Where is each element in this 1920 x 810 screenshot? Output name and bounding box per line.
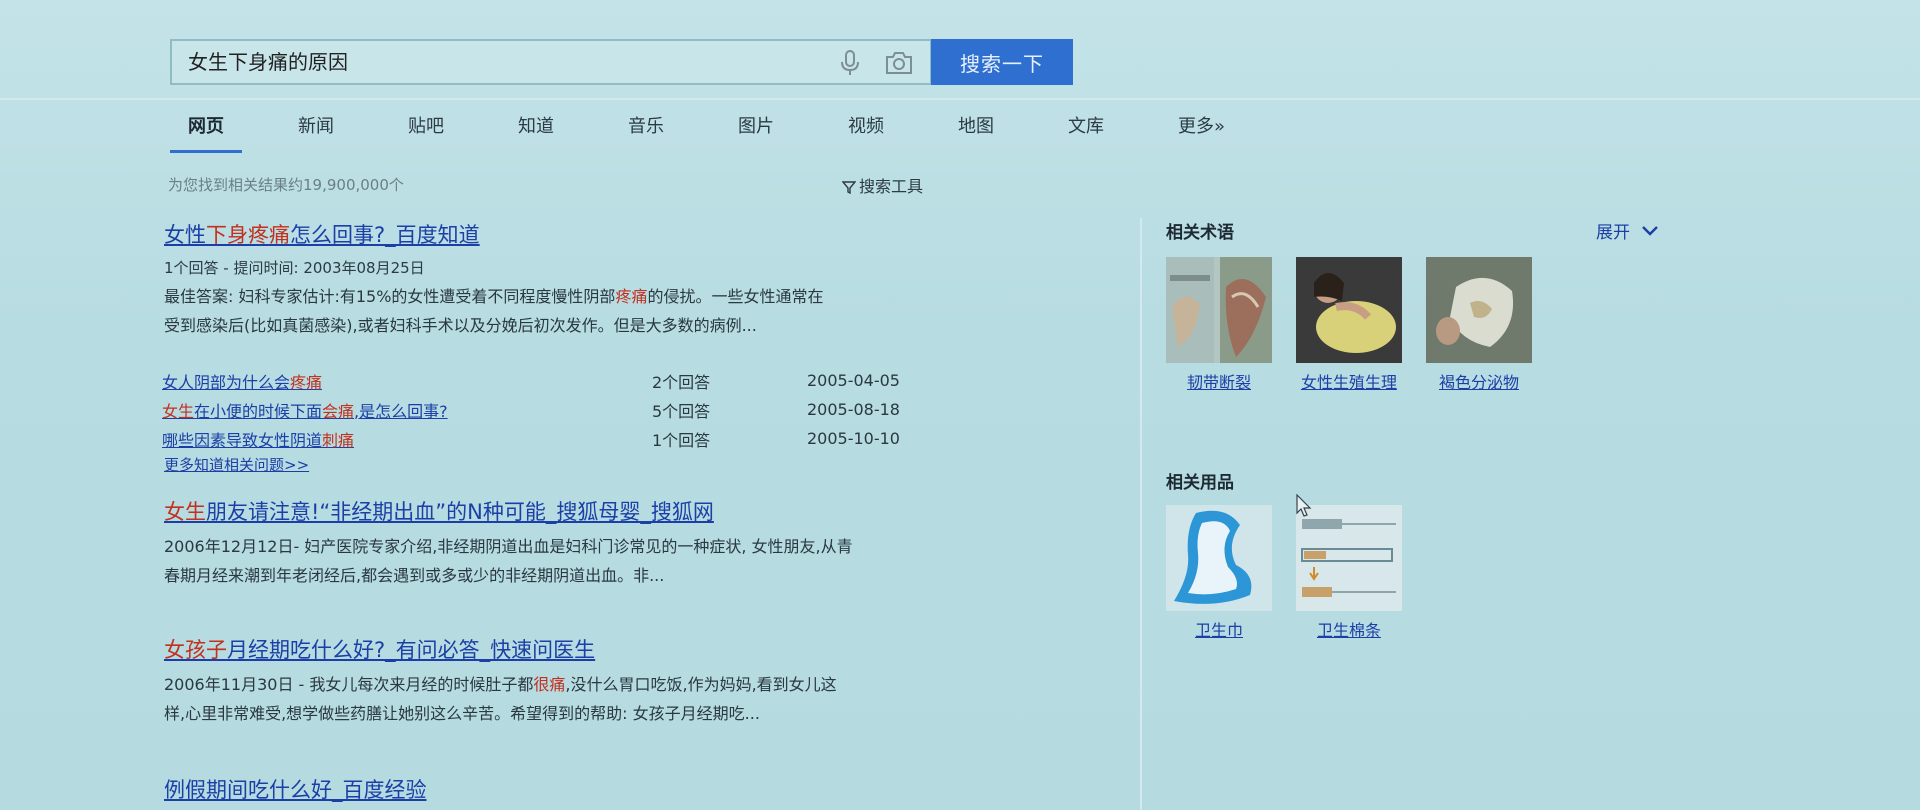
related-question-row: 女人阴部为什么会疼痛 2个回答 2005-04-05 [162, 366, 922, 395]
result-count: 为您找到相关结果约19,900,000个 [168, 176, 404, 194]
snippet-highlight: 疼痛 [615, 287, 648, 306]
snippet-text: 最佳答案: 妇科专家估计:有15%的女性遭受着不同程度慢性阴部 [164, 287, 616, 306]
result-item: 例假期间吃什么好_百度经验 [164, 774, 427, 804]
related-questions-list: 女人阴部为什么会疼痛 2个回答 2005-04-05 女生在小便的时候下面会痛,… [162, 366, 922, 453]
result-title-link[interactable]: 女孩子月经期吃什么好?_有问必答_快速问医生 [164, 634, 924, 664]
product-label[interactable]: 卫生巾 [1164, 618, 1274, 644]
question-highlight: 女生 [162, 401, 195, 421]
result-title-part: 女性 [164, 223, 206, 247]
question-date: 2005-04-05 [807, 371, 900, 390]
question-highlight: 疼痛 [290, 372, 323, 392]
related-question-link[interactable]: 女人阴部为什么会疼痛 [162, 369, 652, 393]
microphone-icon[interactable] [837, 49, 863, 77]
related-terms-title: 相关术语 [1166, 223, 1234, 243]
result-title-highlight: 女生 [164, 500, 206, 524]
result-title-link[interactable]: 女性下身疼痛怎么回事?_百度知道 [164, 219, 924, 249]
tab-tieba[interactable]: 贴吧 [390, 112, 462, 150]
header-divider [0, 98, 1920, 100]
mouse-cursor-icon [1296, 494, 1312, 517]
question-text: ,是怎么回事? [354, 401, 448, 421]
related-question-link[interactable]: 哪些因素导致女性阴道刺痛 [162, 427, 652, 451]
related-products-title: 相关用品 [1166, 473, 1234, 493]
result-title-part: 朋友请注意!“非经期出血”的N种可能_搜狐母婴_搜狐网 [206, 500, 714, 524]
woman-photo-icon [1296, 257, 1402, 363]
result-title-highlight: 下身疼痛 [206, 223, 290, 247]
question-text: 女人阴部为什么会 [162, 372, 291, 392]
snippet-text: 2006年11月30日 - 我女儿每次来月经的时候肚子都 [164, 675, 534, 694]
related-question-link[interactable]: 女生在小便的时候下面会痛,是怎么回事? [162, 398, 652, 422]
question-date: 2005-08-18 [807, 400, 900, 419]
search-button[interactable]: 搜索一下 [931, 39, 1073, 85]
tab-map[interactable]: 地图 [940, 112, 1012, 150]
camera-icon[interactable] [884, 50, 914, 76]
tab-zhidao[interactable]: 知道 [500, 112, 572, 150]
snippet-text: 春期月经来潮到年老闭经后,都会遇到或多或少的非经期阴道出血。非... [164, 566, 665, 585]
term-label[interactable]: 女性生殖生理 [1294, 370, 1404, 396]
browser-screen: 搜索一下 网页 新闻 贴吧 知道 音乐 图片 视频 地图 文库 更多» 为您找到… [0, 0, 1920, 810]
sidebar-divider [1140, 218, 1142, 810]
snippet-text: 样,心里非常难受,想学做些药膳让她别这么辛苦。希望得到的帮助: 女孩子月经期吃.… [164, 704, 760, 723]
result-snippet: 2006年12月12日- 妇产医院专家介绍,非经期阴道出血是妇科门诊常见的一种症… [164, 532, 924, 590]
search-tools-button[interactable]: 搜索工具 [842, 173, 923, 197]
tampon-diagram-icon [1296, 505, 1402, 611]
question-text: 哪些因素导致女性阴道 [162, 430, 323, 450]
tab-images[interactable]: 图片 [720, 112, 792, 150]
question-date: 2005-10-10 [807, 429, 900, 448]
tampon-thumbnail[interactable] [1296, 505, 1402, 611]
chevron-down-icon [1642, 226, 1659, 236]
sanitary-pad-icon [1166, 505, 1272, 611]
snippet-highlight: 很痛 [533, 675, 566, 694]
product-label[interactable]: 卫生棉条 [1294, 618, 1404, 644]
answer-count: 1个回答 [652, 430, 711, 450]
related-question-row: 女生在小便的时候下面会痛,是怎么回事? 5个回答 2005-08-18 [162, 395, 922, 424]
result-title-link[interactable]: 例假期间吃什么好_百度经验 [164, 774, 427, 804]
more-questions-link[interactable]: 更多知道相关问题>> [164, 454, 309, 475]
answer-count: 2个回答 [652, 372, 711, 392]
sanitary-pad-thumbnail[interactable] [1166, 505, 1272, 611]
filter-icon [842, 181, 856, 194]
result-meta: 1个回答 - 提问时间: 2003年08月25日 [164, 259, 425, 277]
tab-music[interactable]: 音乐 [610, 112, 682, 150]
expand-button[interactable]: 展开 [1596, 218, 1659, 243]
result-item: 女性下身疼痛怎么回事?_百度知道 1个回答 - 提问时间: 2003年08月25… [164, 219, 924, 340]
tab-web[interactable]: 网页 [170, 112, 242, 153]
question-highlight: 会痛 [322, 401, 355, 421]
result-title-link[interactable]: 女生朋友请注意!“非经期出血”的N种可能_搜狐母婴_搜狐网 [164, 496, 924, 526]
tab-video[interactable]: 视频 [830, 112, 902, 150]
result-item: 女孩子月经期吃什么好?_有问必答_快速问医生 2006年11月30日 - 我女儿… [164, 634, 924, 728]
search-tools-label: 搜索工具 [859, 177, 924, 196]
tab-more[interactable]: 更多» [1160, 112, 1243, 150]
result-title-part: 怎么回事?_百度知道 [290, 223, 480, 247]
nav-tabs: 网页 新闻 贴吧 知道 音乐 图片 视频 地图 文库 更多» [170, 112, 1281, 154]
result-title-highlight: 女孩子 [164, 638, 227, 662]
result-title-part: 月经期吃什么好?_有问必答_快速问医生 [227, 638, 596, 662]
search-input[interactable] [182, 41, 834, 83]
expand-label: 展开 [1596, 223, 1630, 243]
related-question-row: 哪些因素导致女性阴道刺痛 1个回答 2005-10-10 [162, 424, 922, 453]
ligament-rupture-thumbnail[interactable] [1166, 257, 1272, 363]
term-label-text: 女性生殖生理 [1300, 373, 1397, 392]
snippet-text: 受到感染后(比如真菌感染),或者妇科手术以及分娩后初次发作。但是大多数的病例..… [164, 316, 757, 335]
anatomy-illustration-icon [1166, 257, 1272, 363]
result-snippet: 2006年11月30日 - 我女儿每次来月经的时候肚子都很痛,没什么胃口吃饭,作… [164, 670, 924, 728]
question-highlight: 刺痛 [322, 430, 355, 450]
result-item: 女生朋友请注意!“非经期出血”的N种可能_搜狐母婴_搜狐网 2006年12月12… [164, 496, 924, 590]
snippet-text: 的侵扰。一些女性通常在 [647, 287, 824, 306]
female-physiology-thumbnail[interactable] [1296, 257, 1402, 363]
term-label[interactable]: 韧带断裂 [1164, 370, 1274, 396]
answer-count: 5个回答 [652, 401, 711, 421]
snippet-text: 2006年12月12日- 妇产医院专家介绍,非经期阴道出血是妇科门诊常见的一种症… [164, 537, 853, 556]
question-text: 在小便的时候下面 [194, 401, 323, 421]
tab-news[interactable]: 新闻 [280, 112, 352, 150]
tissue-photo-icon [1426, 257, 1532, 363]
tab-wenku[interactable]: 文库 [1050, 112, 1122, 150]
brown-discharge-thumbnail[interactable] [1426, 257, 1532, 363]
snippet-text: ,没什么胃口吃饭,作为妈妈,看到女儿这 [565, 675, 837, 694]
result-snippet: 最佳答案: 妇科专家估计:有15%的女性遭受着不同程度慢性阴部疼痛的侵扰。一些女… [164, 282, 924, 340]
term-label[interactable]: 褐色分泌物 [1424, 370, 1534, 396]
search-box[interactable] [170, 39, 932, 85]
